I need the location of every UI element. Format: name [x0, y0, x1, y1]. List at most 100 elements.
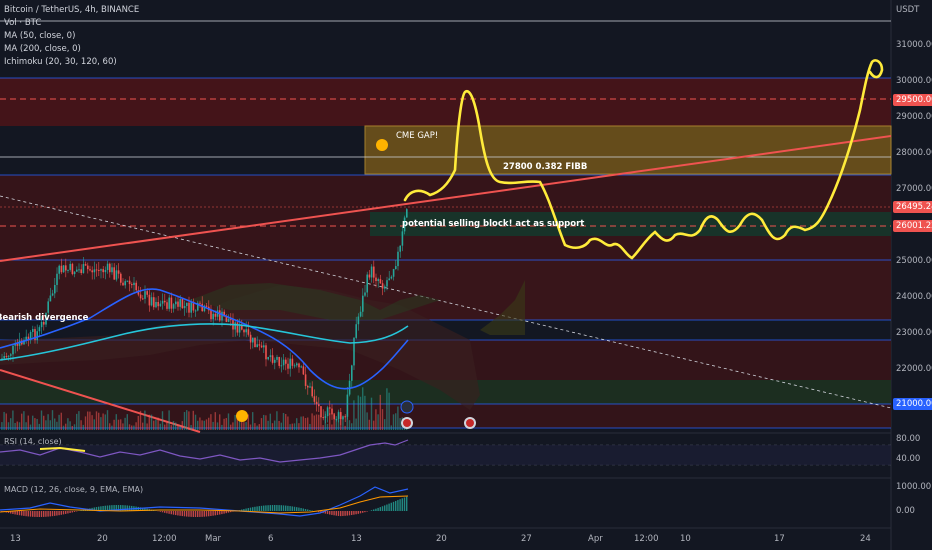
- macd-bar: [214, 511, 216, 516]
- volume-bar: [287, 416, 289, 430]
- candle: [78, 269, 80, 271]
- macd-bar: [280, 505, 282, 511]
- candle: [3, 356, 5, 359]
- volume-bar: [375, 409, 377, 430]
- volume-bar: [269, 413, 271, 430]
- candle: [135, 282, 137, 291]
- volume-bar: [62, 425, 65, 430]
- candle: [289, 358, 291, 369]
- chart-canvas[interactable]: [0, 0, 932, 550]
- macd-bar: [27, 511, 29, 517]
- candle: [245, 329, 247, 333]
- candle: [69, 263, 71, 270]
- volume-bar: [230, 424, 232, 430]
- volume-bar: [45, 420, 47, 430]
- volume-bar: [142, 422, 144, 430]
- volume-bar: [392, 414, 395, 430]
- macd-bar: [25, 511, 27, 517]
- support-zone-1: [0, 260, 891, 320]
- macd-bar: [291, 506, 293, 511]
- candle: [278, 356, 280, 366]
- macd-bar: [366, 511, 368, 512]
- resistance-zone-top: [0, 78, 891, 126]
- macd-bar: [379, 507, 381, 511]
- candle: [91, 270, 93, 273]
- macd-bar: [249, 507, 252, 511]
- macd-bar: [302, 508, 304, 511]
- macd-bar: [401, 498, 403, 511]
- macd-signal-line: [0, 495, 409, 514]
- volume-bar: [254, 423, 256, 430]
- macd-bar: [370, 510, 373, 511]
- volume-bar: [216, 422, 219, 430]
- volume-bar: [60, 412, 62, 430]
- volume-bar: [51, 410, 54, 430]
- volume-bar: [381, 409, 384, 430]
- ma200-indicator[interactable]: MA (200, close, 0): [4, 43, 139, 56]
- volume-bar: [192, 410, 194, 430]
- candle: [331, 408, 333, 415]
- support-price-badge: 26001.22: [893, 220, 932, 232]
- macd-bar: [36, 511, 38, 517]
- macd-bar: [34, 511, 36, 517]
- time-tick: Mar: [205, 534, 222, 544]
- macd-label[interactable]: MACD (12, 26, close, 9, EMA, EMA): [4, 485, 143, 494]
- candle: [111, 267, 113, 273]
- volume-bar: [344, 425, 346, 430]
- selling-block-label: potential selling block! act as support: [402, 219, 585, 229]
- volume-indicator[interactable]: Vol · BTC: [4, 17, 139, 30]
- volume-bar: [128, 424, 131, 430]
- rsi-tick-80: 80.00: [896, 434, 921, 444]
- macd-bar: [21, 511, 23, 516]
- macd-bar: [289, 506, 291, 511]
- macd-bar: [267, 505, 269, 511]
- macd-bar: [126, 505, 128, 511]
- time-tick: 13: [10, 534, 21, 544]
- volume-bar: [353, 400, 355, 430]
- macd-bar: [172, 511, 175, 515]
- volume-bar: [18, 422, 21, 430]
- volume-bar: [300, 416, 302, 430]
- volume-bar: [307, 417, 309, 430]
- cme-gap-zone: [364, 125, 892, 175]
- macd-bar: [29, 511, 32, 517]
- volume-bar: [362, 387, 364, 430]
- macd-bar: [168, 511, 170, 514]
- symbol-title[interactable]: Bitcoin / TetherUS, 4h, BINANCE: [4, 4, 139, 17]
- time-tick: 27: [521, 534, 532, 544]
- rsi-label[interactable]: RSI (14, close): [4, 437, 62, 446]
- volume-bar: [384, 419, 386, 430]
- macd-bar: [166, 511, 168, 514]
- flag-icon-2[interactable]: [464, 417, 476, 429]
- flag-icon[interactable]: [401, 417, 413, 429]
- candle: [5, 356, 8, 358]
- macd-bar: [309, 510, 311, 511]
- price-tick-23000: 23000.00: [896, 328, 932, 338]
- candle: [212, 313, 214, 320]
- candle: [76, 269, 78, 272]
- volume-bar: [137, 415, 139, 430]
- volume-bar: [390, 425, 392, 430]
- lightning-icon[interactable]: [400, 400, 414, 414]
- volume-bar: [183, 412, 186, 430]
- macd-bar: [177, 511, 179, 516]
- ichimoku-indicator[interactable]: Ichimoku (20, 30, 120, 60): [4, 56, 139, 69]
- volume-bar: [58, 414, 60, 430]
- macd-bar: [179, 511, 181, 516]
- volume-bar: [203, 420, 205, 430]
- volume-bar: [355, 418, 357, 430]
- candle: [115, 270, 118, 280]
- last-price-badge: 26495.24: [893, 201, 932, 213]
- candle: [406, 209, 408, 218]
- volume-bar: [135, 422, 137, 430]
- candle: [104, 270, 107, 273]
- candle: [106, 263, 109, 271]
- ma50-indicator[interactable]: MA (50, close, 0): [4, 30, 139, 43]
- volume-bar: [73, 424, 76, 430]
- volume-bar: [91, 415, 93, 430]
- volume-bar: [278, 420, 280, 430]
- macd-bar: [287, 505, 289, 511]
- candle: [307, 385, 309, 388]
- candle: [362, 295, 364, 312]
- volume-bar: [65, 423, 67, 430]
